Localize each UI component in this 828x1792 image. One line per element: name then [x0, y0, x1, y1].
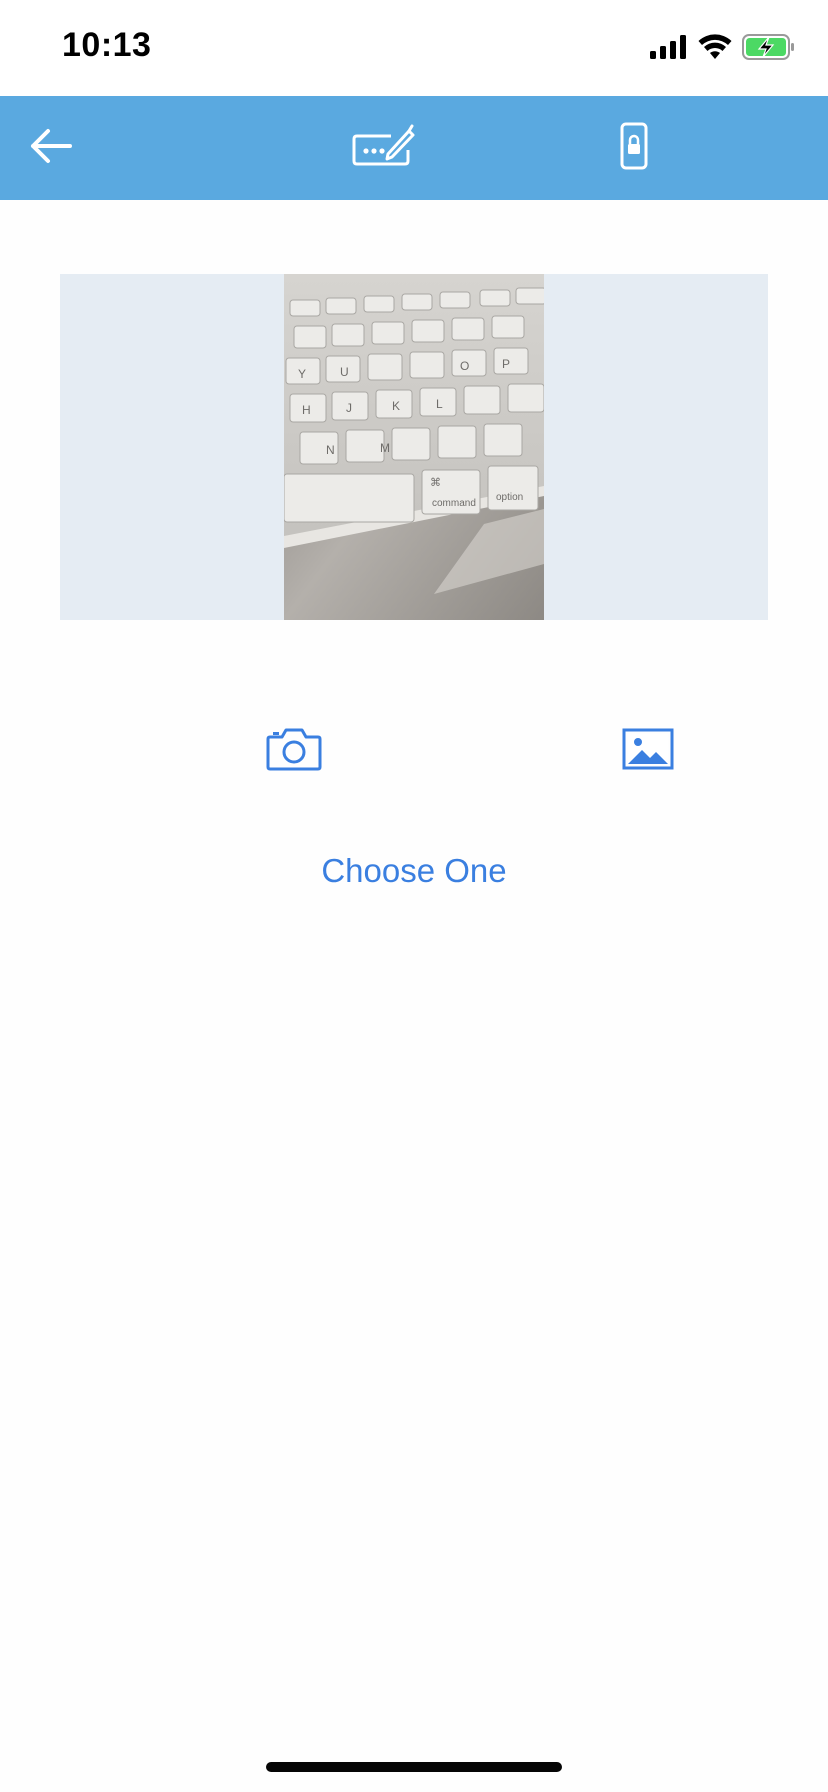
- svg-text:O: O: [460, 359, 469, 373]
- gallery-button[interactable]: [620, 726, 676, 776]
- svg-text:command: command: [432, 498, 476, 509]
- svg-text:L: L: [436, 397, 443, 411]
- signature-button[interactable]: [346, 96, 422, 200]
- camera-button[interactable]: [264, 726, 324, 776]
- camera-icon: [266, 727, 322, 776]
- svg-text:Y: Y: [298, 367, 306, 381]
- screen: 10:13 Y U H J K L O P N M ⌘ command opti…: [0, 0, 828, 1792]
- svg-text:K: K: [392, 399, 400, 413]
- wifi-icon: [698, 33, 732, 65]
- svg-text:⌘: ⌘: [430, 477, 441, 489]
- svg-text:N: N: [326, 443, 335, 457]
- svg-text:P: P: [502, 357, 510, 371]
- status-icons: [650, 33, 796, 65]
- lock-screen-button[interactable]: [612, 96, 656, 200]
- status-time: 10:13: [62, 26, 152, 64]
- svg-text:H: H: [302, 403, 311, 417]
- svg-text:option: option: [496, 492, 523, 503]
- svg-text:J: J: [346, 401, 352, 415]
- back-button[interactable]: [20, 96, 80, 200]
- back-arrow-icon: [28, 128, 72, 169]
- battery-charging-icon: [742, 33, 796, 65]
- keyboard-photo: Y U H J K L O P N M ⌘ command option: [284, 274, 544, 620]
- choose-one-label: Choose One: [321, 852, 507, 889]
- nav-bar: [0, 96, 828, 200]
- photo-gallery-icon: [622, 728, 674, 775]
- image-preview: Y U H J K L O P N M ⌘ command option: [60, 274, 768, 620]
- signature-pad-icon: [351, 124, 417, 173]
- home-indicator[interactable]: [266, 1762, 562, 1772]
- svg-text:M: M: [380, 441, 390, 455]
- status-bar: 10:13: [0, 0, 828, 96]
- phone-lock-icon: [620, 122, 648, 175]
- svg-text:U: U: [340, 365, 349, 379]
- cellular-signal-icon: [650, 34, 688, 64]
